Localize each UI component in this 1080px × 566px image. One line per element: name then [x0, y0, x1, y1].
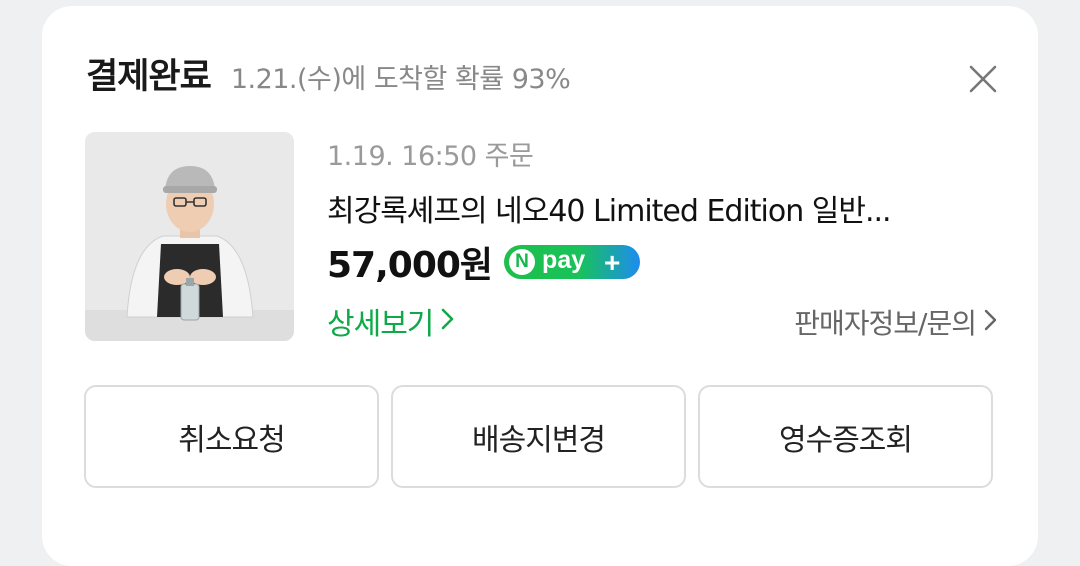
header: 결제완료 1.21.(수)에 도착할 확률 93% [86, 48, 571, 99]
detail-link[interactable]: 상세보기 [327, 299, 455, 343]
npay-n-logo: N [509, 249, 536, 275]
npay-label: pay [542, 246, 586, 274]
arrival-estimate: 1.21.(수)에 도착할 확률 93% [230, 64, 571, 95]
chevron-right-icon [984, 306, 998, 339]
cancel-request-button[interactable]: 취소요청 [84, 385, 379, 488]
page-title: 결제완료 [86, 57, 212, 97]
product-name[interactable]: 최강록셰프의 네오40 Limited Edition 일반... [327, 186, 977, 230]
order-complete-card: 결제완료 1.21.(수)에 도착할 확률 93% 1.19. 16:50 주문… [42, 6, 1038, 566]
npay-plus-badge: N pay + [504, 245, 641, 279]
chevron-right-icon [441, 304, 455, 339]
product-thumbnail[interactable] [85, 132, 294, 341]
action-buttons: 취소요청 배송지변경 영수증조회 [84, 385, 993, 488]
detail-link-label: 상세보기 [327, 307, 434, 342]
order-date: 1.19. 16:50 주문 [327, 141, 534, 172]
view-receipt-button[interactable]: 영수증조회 [698, 385, 993, 488]
npay-plus-icon: + [604, 247, 621, 278]
seller-info-link[interactable]: 판매자정보/문의 [794, 302, 998, 342]
seller-info-label: 판매자정보/문의 [794, 307, 977, 340]
close-icon[interactable] [968, 64, 998, 94]
price-row: 57,000원 N pay + [327, 236, 641, 288]
price: 57,000원 [327, 245, 493, 286]
change-address-button[interactable]: 배송지변경 [391, 385, 686, 488]
